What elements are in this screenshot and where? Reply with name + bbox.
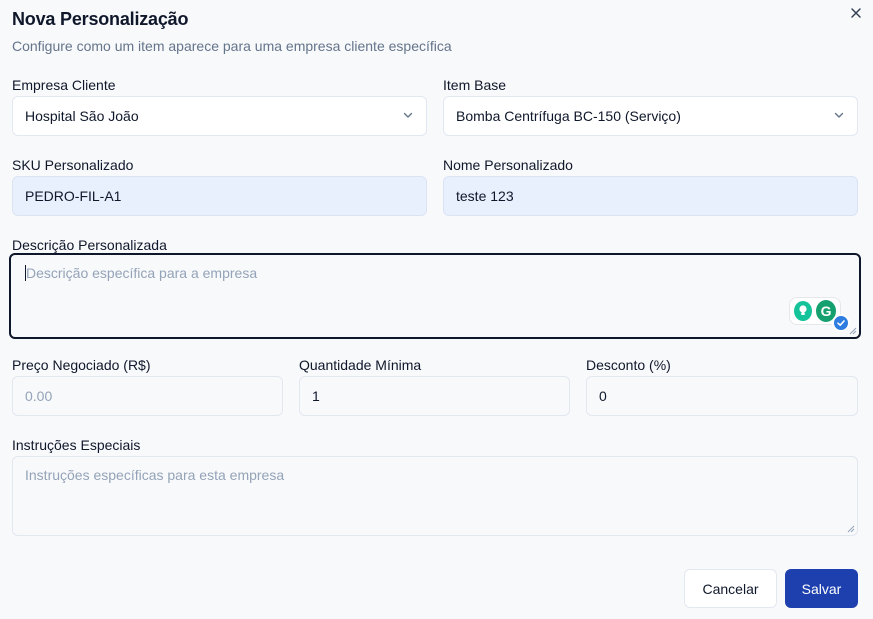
instrucoes-label: Instruções Especiais xyxy=(12,437,141,453)
quantidade-input[interactable]: 1 xyxy=(299,376,570,416)
sku-value: PEDRO-FIL-A1 xyxy=(25,188,122,204)
preco-input[interactable]: 0.00 xyxy=(12,376,283,416)
desconto-input[interactable]: 0 xyxy=(586,376,858,416)
instrucoes-textarea[interactable]: Instruções específicas para esta empresa xyxy=(12,456,858,536)
quantidade-value: 1 xyxy=(312,388,320,404)
desconto-value: 0 xyxy=(599,388,607,404)
empresa-label: Empresa Cliente xyxy=(12,77,116,93)
descricao-placeholder: Descrição específica para a empresa xyxy=(26,265,258,281)
item-base-label: Item Base xyxy=(443,77,507,93)
resize-handle-icon[interactable] xyxy=(847,525,855,533)
personalization-dialog: Nova Personalização Configure como um it… xyxy=(0,0,873,619)
item-base-value: Bomba Centrífuga BC-150 (Serviço) xyxy=(456,108,681,124)
item-base-select[interactable]: Bomba Centrífuga BC-150 (Serviço) xyxy=(443,96,858,136)
sku-input[interactable]: PEDRO-FIL-A1 xyxy=(12,176,427,216)
preco-label: Preço Negociado (R$) xyxy=(12,357,151,373)
preco-placeholder: 0.00 xyxy=(25,388,53,404)
dialog-subtitle: Configure como um item aparece para uma … xyxy=(12,38,452,54)
instrucoes-placeholder: Instruções específicas para esta empresa xyxy=(25,467,285,483)
nome-value: teste 123 xyxy=(456,188,514,204)
empresa-select[interactable]: Hospital São João xyxy=(12,96,427,136)
resize-handle-icon[interactable] xyxy=(849,327,857,335)
checkmark-icon xyxy=(832,314,850,332)
grammarly-widget[interactable]: G xyxy=(789,297,850,332)
quantidade-label: Quantidade Mínima xyxy=(299,357,422,373)
close-icon[interactable] xyxy=(849,6,863,20)
nome-label: Nome Personalizado xyxy=(443,157,573,173)
empresa-value: Hospital São João xyxy=(25,108,139,124)
sku-label: SKU Personalizado xyxy=(12,157,134,173)
chevron-down-icon xyxy=(833,108,845,124)
lightbulb-icon xyxy=(794,301,813,321)
descricao-textarea[interactable]: Descrição específica para a empresa G xyxy=(9,253,861,339)
descricao-label: Descrição Personalizada xyxy=(12,237,167,253)
save-button[interactable]: Salvar xyxy=(785,569,858,608)
chevron-down-icon xyxy=(402,108,414,124)
dialog-title: Nova Personalização xyxy=(12,9,189,29)
nome-input[interactable]: teste 123 xyxy=(443,176,858,216)
desconto-label: Desconto (%) xyxy=(586,357,671,373)
cancel-button[interactable]: Cancelar xyxy=(684,569,777,608)
